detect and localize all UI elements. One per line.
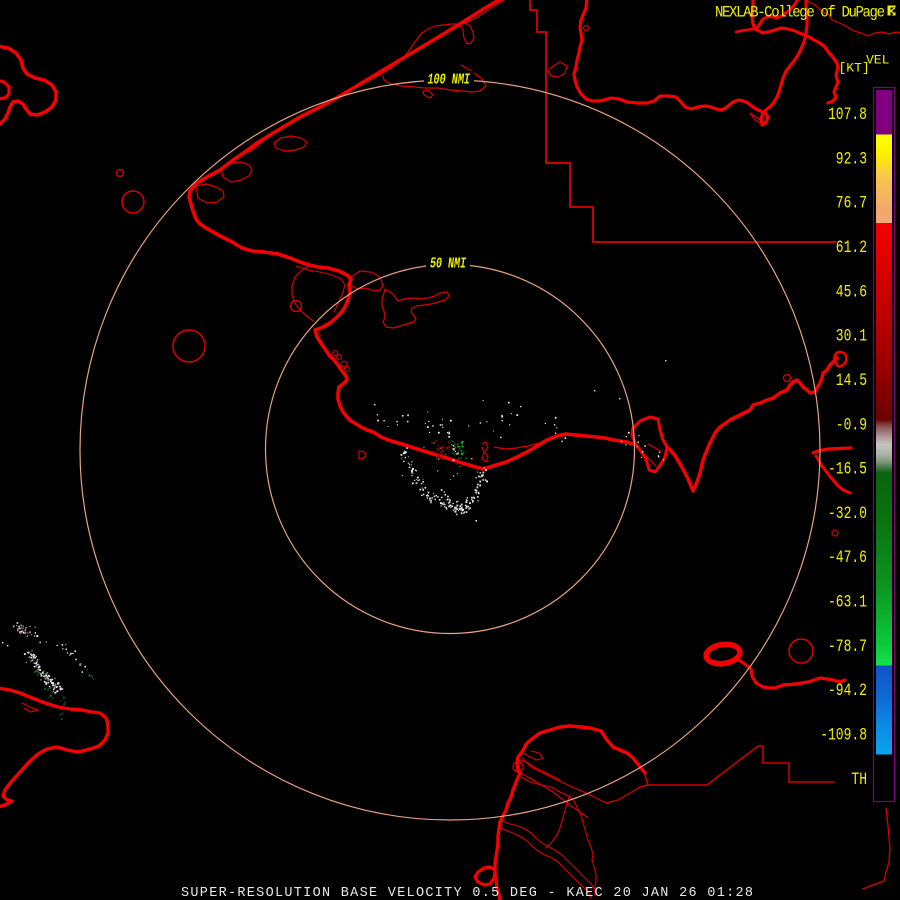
svg-text:50 NMI: 50 NMI bbox=[430, 256, 466, 272]
svg-text:-47.6: -47.6 bbox=[828, 548, 867, 568]
svg-text:14.5: 14.5 bbox=[836, 370, 867, 390]
svg-text:TH: TH bbox=[851, 769, 867, 789]
svg-text:SUPER-RESOLUTION BASE VELOCITY: SUPER-RESOLUTION BASE VELOCITY 0.5 DEG -… bbox=[181, 886, 753, 900]
svg-text:107.8: 107.8 bbox=[828, 104, 867, 124]
svg-text:NEXLAB-College of DuPage: NEXLAB-College of DuPage bbox=[715, 3, 885, 22]
svg-text:-63.1: -63.1 bbox=[828, 592, 867, 612]
svg-text:-94.2: -94.2 bbox=[828, 680, 867, 700]
svg-text:-78.7: -78.7 bbox=[828, 636, 867, 656]
svg-text:92.3: 92.3 bbox=[836, 149, 867, 169]
svg-text:30.1: 30.1 bbox=[836, 326, 867, 346]
svg-text:-16.5: -16.5 bbox=[828, 459, 867, 479]
svg-text:61.2: 61.2 bbox=[836, 237, 867, 257]
svg-text:[KT]: [KT] bbox=[839, 61, 870, 76]
svg-text:-32.0: -32.0 bbox=[828, 503, 867, 523]
svg-text:-109.8: -109.8 bbox=[820, 725, 867, 745]
svg-text:76.7: 76.7 bbox=[836, 193, 867, 213]
svg-text:45.6: 45.6 bbox=[836, 282, 867, 302]
svg-text:100 NMI: 100 NMI bbox=[428, 72, 471, 88]
svg-text:-0.9: -0.9 bbox=[836, 415, 867, 435]
